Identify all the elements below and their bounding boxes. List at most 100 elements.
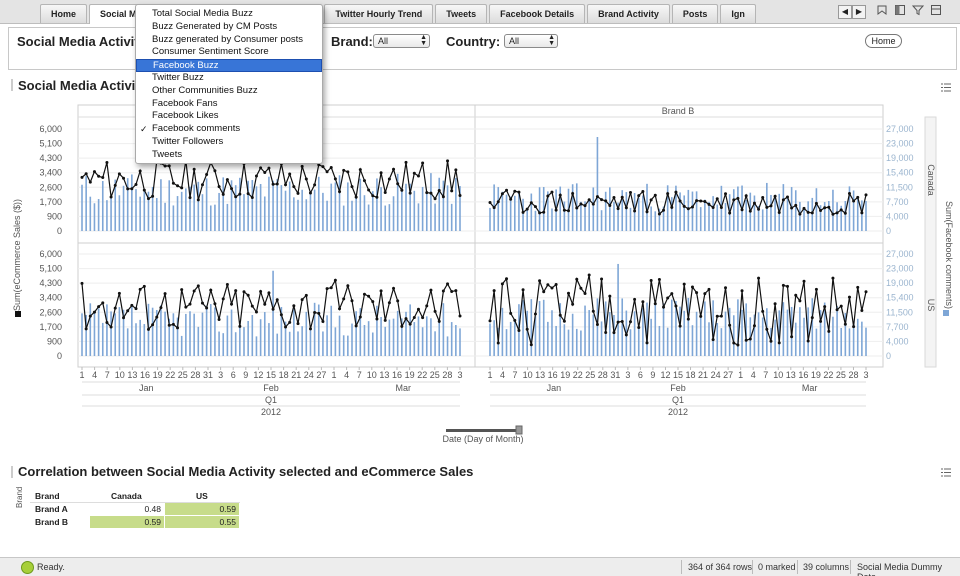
series-point [641,189,645,193]
bar [592,187,595,231]
header-canada: Canada [111,491,142,501]
bar [530,193,533,231]
cell-brand-a-canada[interactable]: 0.48 [90,503,164,515]
y-right-tick: 27,000 [886,124,914,134]
bookmark-icon[interactable] [876,4,888,16]
series-point [719,314,723,318]
dropdown-item-consumer-sentiment-score[interactable]: Consumer Sentiment Score [136,46,322,59]
bar [563,324,566,356]
tab-brand-activity[interactable]: Brand Activity [587,4,670,23]
series-point [367,294,371,298]
series-point [736,343,740,347]
y-left-tick: 4,300 [39,153,62,163]
bar [93,313,96,356]
dropdown-item-facebook-fans[interactable]: Facebook Fans [136,98,322,111]
y-right-tick: 11,500 [886,307,913,317]
tab-scroll-right-button[interactable]: ▶ [852,5,866,19]
series-point [695,291,699,295]
x-day-tick: 10 [115,370,125,380]
bar [542,299,545,356]
dropdown-item-buzz-generated-by-consumer-posts[interactable]: Buzz generated by Consumer posts [136,34,322,47]
dropdown-item-total-social-media-buzz[interactable]: Total Social Media Buzz [136,8,322,21]
bar [865,327,867,356]
bar [695,191,698,231]
dropdown-item-buzz-generated-by-cm-posts[interactable]: Buzz Generated by CM Posts [136,21,322,34]
bar [255,336,258,356]
filter-icon[interactable] [912,4,924,16]
axis-slider-handle[interactable] [515,425,523,435]
cell-brand-b-canada[interactable]: 0.59 [90,516,164,528]
bar [222,333,225,356]
tab-home[interactable]: Home [40,4,88,23]
dropdown-item-facebook-buzz[interactable]: Facebook Buzz [136,59,322,72]
tab-posts[interactable]: Posts [671,4,719,23]
y-left-tick: 900 [47,211,62,221]
tab-facebook-details[interactable]: Facebook Details [489,4,586,23]
dropdown-item-facebook-comments[interactable]: ✓ Facebook comments [136,123,322,136]
bar [168,180,171,231]
series-point [134,182,138,186]
bar [288,331,291,356]
layout-icon[interactable] [930,4,942,16]
x-day-tick: 4 [500,370,505,380]
bar [139,319,141,356]
bar [803,317,805,356]
status-separator [752,560,753,574]
series-point [728,323,732,327]
bar [380,187,382,231]
bar [501,307,504,356]
dropdown-item-twitter-buzz[interactable]: Twitter Buzz [136,72,322,85]
bar [222,177,225,231]
bar [633,311,636,356]
series-point [533,205,537,209]
x-quarter-label: Q1 [265,395,277,405]
series-point [856,285,860,289]
bar [493,320,495,356]
bar [230,309,233,356]
x-day-tick: 4 [92,370,97,380]
bar [708,322,710,356]
tab-twitter-hourly-trend[interactable]: Twitter Hourly Trend [324,4,434,23]
panel-icon[interactable] [894,4,906,16]
bar [276,179,279,231]
series-point [358,168,362,172]
series-point [325,287,329,291]
cell-brand-b-us[interactable]: 0.55 [165,516,239,528]
series-point [662,305,666,309]
bar [425,191,428,231]
dropdown-item-other-communities-buzz[interactable]: Other Communities Buzz [136,85,322,98]
tab-ign[interactable]: Ign [720,4,756,23]
series-point [408,191,412,195]
series-point [321,165,325,169]
y-right-tick: 11,500 [886,182,913,192]
cell-brand-a-us[interactable]: 0.59 [165,503,239,515]
brand-select[interactable]: All ▲ ▼ [373,34,430,48]
bar [139,196,141,231]
bar [197,181,200,231]
country-select[interactable]: All ▲ ▼ [504,34,558,48]
series-line [81,278,461,331]
home-button[interactable]: Home [865,34,902,48]
tab-scroll-left-button[interactable]: ◀ [838,5,852,19]
series-point [155,315,159,319]
series-point [408,322,412,326]
series-point [757,276,761,280]
series-point [167,323,171,327]
correlation-menu-icon[interactable] [941,468,951,477]
bar [193,313,195,356]
series-point [513,318,517,322]
tab-tweets[interactable]: Tweets [435,4,488,23]
x-day-tick: 3 [218,370,223,380]
bar [459,328,461,356]
status-source: Social Media Dummy Data [857,562,943,576]
dropdown-item-facebook-likes[interactable]: Facebook Likes [136,110,322,123]
dropdown-item-twitter-followers[interactable]: Twitter Followers [136,136,322,149]
series-point [346,170,350,174]
chart-menu-icon[interactable] [941,83,951,92]
series-point [267,291,271,295]
measure-dropdown-menu: Total Social Media Buzz Buzz Generated by… [135,4,323,164]
bar [205,305,208,356]
dropdown-item-tweets[interactable]: Tweets [136,149,322,162]
x-day-tick: 28 [598,370,608,380]
y-left-tick: 2,600 [39,182,62,192]
